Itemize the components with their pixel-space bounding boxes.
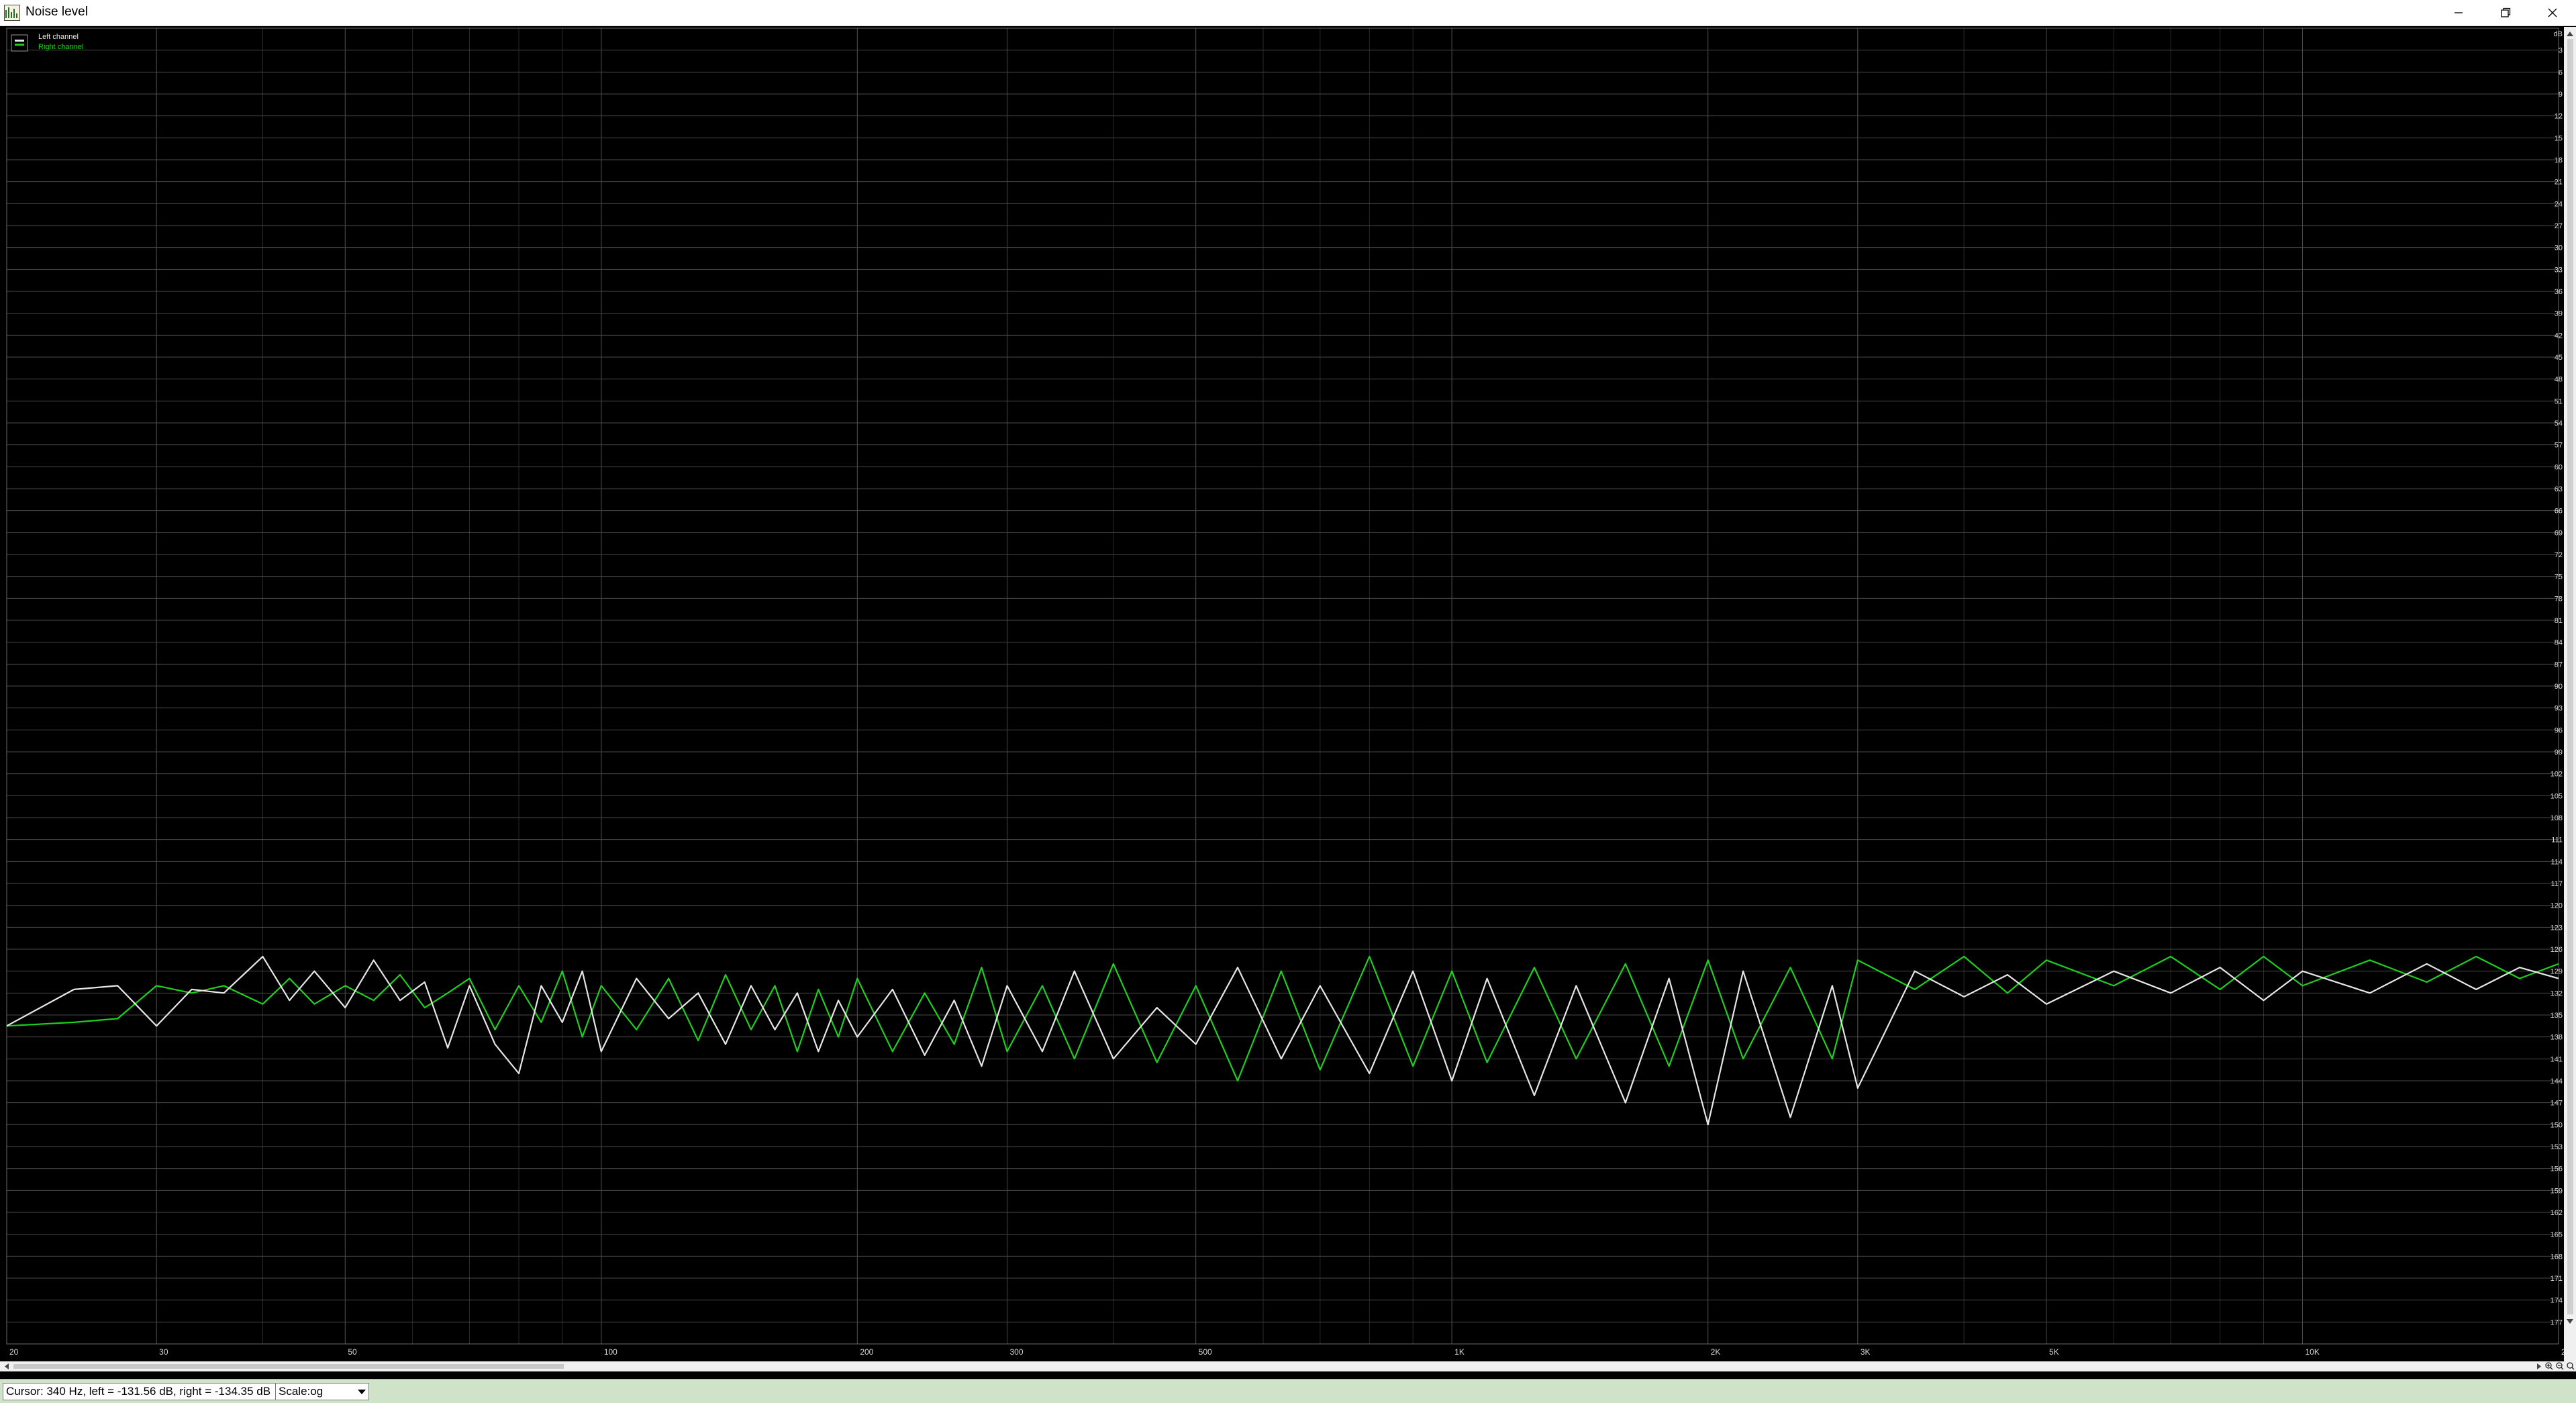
close-button[interactable]	[2529, 0, 2576, 26]
y-tick-label: 66	[2555, 507, 2563, 516]
horizontal-scrollbar[interactable]	[0, 1361, 2544, 1371]
y-tick-label: 60	[2555, 463, 2563, 471]
y-tick-label: 45	[2555, 354, 2563, 362]
close-icon	[2548, 8, 2557, 17]
y-tick-label: 21	[2555, 179, 2563, 187]
y-tick-label: 111	[2551, 836, 2563, 844]
window-title: Noise level	[26, 5, 88, 19]
minimize-icon	[2455, 12, 2463, 13]
maximize-icon	[2501, 7, 2511, 17]
y-tick-label: 15	[2555, 134, 2563, 142]
legend-left-channel: Left channel	[38, 33, 79, 41]
maximize-button[interactable]	[2482, 0, 2529, 26]
y-tick-label: 18	[2555, 156, 2563, 164]
x-tick-label: 1K	[1454, 1347, 1465, 1357]
y-tick-label: 135	[2550, 1012, 2563, 1020]
y-tick-label: 6	[2559, 68, 2563, 77]
legend-toggle-icon[interactable]	[11, 34, 28, 52]
y-tick-label: 108	[2550, 814, 2563, 822]
x-tick-label: 200	[860, 1347, 873, 1357]
y-tick-label: 81	[2555, 617, 2563, 625]
y-tick-label: 24	[2555, 200, 2563, 208]
y-tick-label: 69	[2555, 529, 2563, 537]
y-tick-label: 36	[2555, 288, 2563, 296]
y-tick-label: 96	[2555, 726, 2563, 734]
y-tick-label: 3	[2559, 47, 2563, 55]
y-tick-label: 48	[2555, 376, 2563, 384]
y-tick-label: 168	[2550, 1253, 2563, 1261]
scale-dropdown[interactable]: Scale:og	[275, 1383, 369, 1400]
y-tick-label: 177	[2550, 1318, 2563, 1326]
x-tick-label: 500	[1199, 1347, 1212, 1357]
y-tick-label: 33	[2555, 266, 2563, 274]
y-tick-label: 57	[2555, 442, 2563, 450]
y-tick-label: 54	[2555, 420, 2563, 428]
y-tick-label: 63	[2555, 485, 2563, 493]
y-tick-label: 99	[2555, 748, 2563, 757]
y-tick-label: 126	[2550, 946, 2563, 954]
y-tick-label: 102	[2550, 771, 2563, 779]
y-tick-label: 174	[2550, 1297, 2563, 1305]
y-tick-label: 90	[2555, 683, 2563, 691]
y-tick-label: 132	[2550, 989, 2563, 998]
y-tick-label: 147	[2550, 1100, 2563, 1108]
x-tick-label: 300	[1009, 1347, 1023, 1357]
y-tick-label: 42	[2555, 332, 2563, 340]
y-tick-label: 30	[2555, 244, 2563, 252]
x-tick-label: 20	[9, 1347, 19, 1357]
y-tick-label: 105	[2550, 792, 2563, 800]
y-tick-label: 93	[2555, 705, 2563, 713]
y-tick-label: 156	[2550, 1165, 2563, 1173]
legend-right-channel: Right channel	[38, 43, 83, 51]
y-tick-label: 27	[2555, 222, 2563, 230]
y-tick-label: 39	[2555, 310, 2563, 318]
x-tick-label: 5K	[2049, 1347, 2059, 1357]
y-tick-label: 144	[2550, 1077, 2563, 1085]
noise-level-chart[interactable]: 2030501002003005001K2K3K5K10K20K dB36912…	[0, 27, 2576, 1371]
cursor-readout: Cursor: 340 Hz, left = -131.56 dB, right…	[3, 1383, 277, 1400]
y-tick-label: 153	[2550, 1143, 2563, 1151]
x-tick-label: 50	[348, 1347, 357, 1357]
x-tick-label: 10K	[2305, 1347, 2319, 1357]
app-spectrum-icon	[4, 5, 20, 21]
y-tick-label: 129	[2550, 968, 2563, 976]
x-tick-label: 3K	[1861, 1347, 1871, 1357]
y-axis-unit: dB	[2554, 30, 2563, 38]
status-bar: Cursor: 340 Hz, left = -131.56 dB, right…	[0, 1379, 2576, 1403]
x-tick-label: 30	[159, 1347, 168, 1357]
title-bar[interactable]: Noise level	[0, 0, 2576, 26]
spectrum-plot-area[interactable]: 2030501002003005001K2K3K5K10K20K dB36912…	[0, 27, 2576, 1371]
y-tick-label: 114	[2550, 858, 2563, 866]
y-tick-label: 159	[2550, 1187, 2563, 1195]
y-tick-label: 165	[2550, 1231, 2563, 1239]
x-tick-label: 100	[604, 1347, 617, 1357]
y-tick-label: 120	[2550, 902, 2563, 910]
scale-dropdown-value: Scale:og	[279, 1385, 324, 1398]
zoom-controls[interactable]	[2544, 1361, 2576, 1371]
y-tick-label: 162	[2550, 1209, 2563, 1217]
x-tick-label: 2K	[1711, 1347, 1721, 1357]
chevron-down-icon	[358, 1390, 366, 1394]
y-tick-label: 138	[2550, 1034, 2563, 1042]
y-tick-label: 171	[2550, 1275, 2563, 1283]
y-tick-label: 78	[2555, 595, 2563, 603]
y-tick-label: 72	[2555, 551, 2563, 559]
y-tick-label: 87	[2555, 661, 2563, 669]
vertical-scrollbar[interactable]	[2564, 27, 2576, 1369]
y-tick-label: 123	[2550, 924, 2563, 932]
y-tick-label: 84	[2555, 639, 2563, 647]
y-tick-label: 117	[2550, 880, 2563, 888]
y-tick-label: 150	[2550, 1121, 2563, 1129]
y-tick-label: 51	[2555, 397, 2563, 405]
y-tick-label: 75	[2555, 573, 2563, 581]
y-tick-label: 12	[2555, 113, 2563, 121]
minimize-button[interactable]	[2435, 0, 2482, 26]
y-tick-label: 9	[2559, 91, 2563, 99]
y-tick-label: 141	[2550, 1055, 2563, 1063]
